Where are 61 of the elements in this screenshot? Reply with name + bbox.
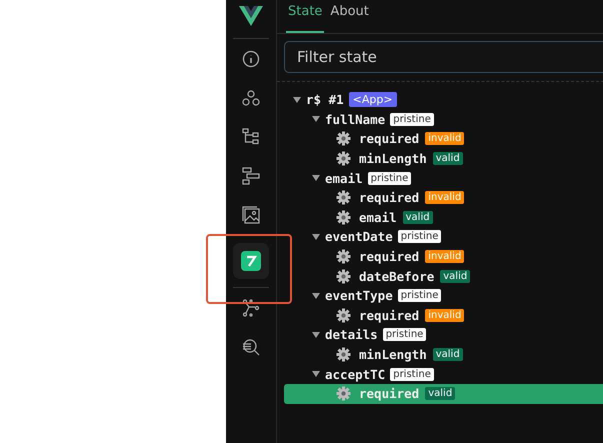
status-badge: pristine [398,289,442,302]
timeline-icon[interactable] [242,166,260,184]
status-badge: valid [432,348,463,362]
status-badge: pristine [390,112,434,126]
rule-label: required [359,249,420,264]
filter-field[interactable]: Filter state [284,41,603,73]
gear-icon [336,210,351,225]
status-badge: pristine [390,368,434,381]
gear-icon [336,308,351,323]
gear-icon [336,347,351,362]
components-icon[interactable] [242,88,260,106]
tree-icon[interactable] [242,128,260,146]
search-icon[interactable] [242,338,260,356]
status-badge: invalid [425,191,464,204]
gear-icon [336,268,351,284]
status-badge: valid [432,152,463,166]
info-icon[interactable] [242,50,260,68]
status-badge: pristine [398,230,442,244]
field-label[interactable]: email [325,170,363,186]
gear-icon [336,151,351,166]
status-badge: pristine [382,328,426,342]
rule-label: required [359,386,420,402]
store-label[interactable]: r$ #1 [306,92,344,108]
status-badge: pristine [368,172,412,185]
app-icon[interactable] [241,251,261,271]
caret-icon[interactable] [312,292,320,299]
vue-logo-icon [239,6,263,26]
field-label[interactable]: eventDate [325,229,393,244]
rule-label: email [359,210,397,225]
caret-icon[interactable] [312,234,320,240]
gear-icon [336,386,351,402]
caret-icon[interactable] [293,96,301,103]
selected-row[interactable]: required valid [284,384,603,404]
caret-icon[interactable] [312,371,320,378]
status-badge: valid [425,387,456,400]
gear-icon [336,249,351,264]
image-icon[interactable] [242,206,260,224]
status-badge: invalid [425,308,464,322]
status-badge: invalid [425,250,464,264]
rule-label: required [359,131,420,146]
gear-icon [336,131,351,146]
tab[interactable]: State [286,0,324,33]
rule-label: minLength [359,151,427,166]
status-badge: valid [440,270,470,283]
status-badge: invalid [425,132,464,146]
field-label[interactable]: details [325,327,378,342]
rule-label: required [359,190,420,206]
gear-icon [336,190,351,206]
field-label[interactable]: eventType [325,288,393,304]
field-label[interactable]: fullName [325,112,386,127]
rule-label: dateBefore [359,268,434,284]
graph-icon[interactable] [242,298,260,316]
tab[interactable]: About [328,0,371,33]
caret-icon[interactable] [312,175,320,182]
component-tag: <App> [348,92,397,108]
field-label[interactable]: acceptTC [325,366,386,382]
rule-label: minLength [359,347,427,362]
caret-icon[interactable] [312,332,320,338]
rule-label: required [359,308,420,323]
status-badge: valid [402,210,433,224]
caret-icon[interactable] [312,116,320,122]
